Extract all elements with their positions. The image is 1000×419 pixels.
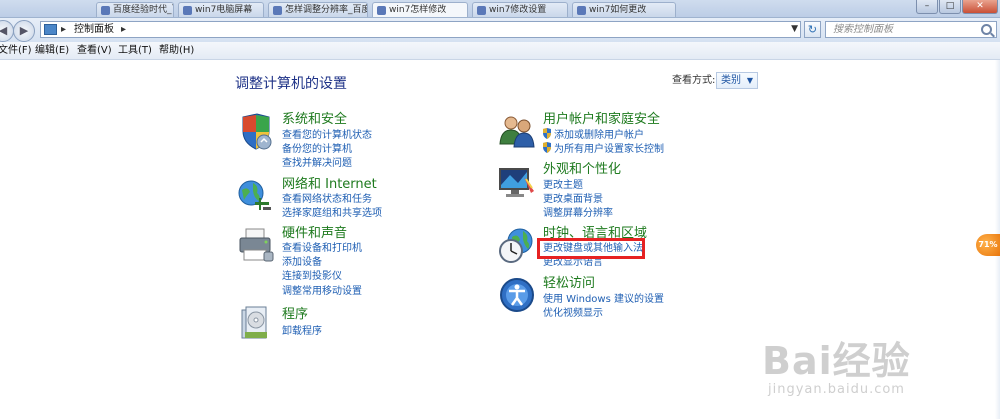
refresh-button[interactable]: ↻	[804, 21, 821, 38]
close-button[interactable]: ✕	[962, 0, 998, 14]
browser-tab[interactable]: win7如何更改	[572, 2, 676, 17]
menu-bar: 文件(F) 编辑(E) 查看(V) 工具(T) 帮助(H)	[0, 42, 1000, 60]
search-icon[interactable]	[981, 24, 992, 35]
link-connect-projector[interactable]: 连接到投影仪	[282, 270, 342, 283]
breadcrumb-control-panel[interactable]: 控制面板	[74, 22, 114, 37]
breadcrumb-separator[interactable]: ▸	[121, 23, 126, 37]
link-view-devices-printers[interactable]: 查看设备和打印机	[282, 242, 362, 255]
link-add-remove-accounts[interactable]: 添加或删除用户帐户	[554, 129, 644, 142]
chevron-down-icon[interactable]: ▼	[791, 22, 798, 37]
tab-label: win7修改设置	[489, 5, 547, 15]
category-appearance[interactable]: 外观和个性化	[543, 162, 621, 178]
control-panel-icon	[44, 24, 57, 35]
maximize-button[interactable]: □	[939, 0, 961, 14]
performance-badge[interactable]: 71%	[976, 234, 1000, 256]
tab-label: win7怎样修改	[389, 5, 447, 15]
watermark-url: jingyan.baidu.com	[768, 382, 905, 397]
tab-favicon-icon	[377, 6, 386, 15]
link-change-keyboard-input[interactable]: 更改键盘或其他输入法	[543, 242, 643, 255]
category-programs[interactable]: 程序	[282, 307, 308, 323]
back-button[interactable]: ◀	[0, 20, 14, 42]
page-title: 调整计算机的设置	[235, 76, 347, 92]
programs-icon[interactable]	[237, 304, 275, 342]
breadcrumb-separator: ▸	[61, 24, 67, 35]
menu-file[interactable]: 文件(F)	[0, 42, 32, 59]
link-change-theme[interactable]: 更改主题	[543, 179, 583, 192]
search-input[interactable]: 搜索控制面板	[825, 21, 997, 38]
category-network-internet[interactable]: 网络和 Internet	[282, 177, 377, 193]
address-bar[interactable]: ▸ 控制面板 ▸ ▼	[40, 21, 801, 38]
tab-favicon-icon	[183, 6, 192, 15]
browser-tab[interactable]: win7怎样修改	[372, 2, 468, 17]
link-view-computer-status[interactable]: 查看您的计算机状态	[282, 129, 372, 142]
tab-label: win7电脑屏幕	[195, 5, 253, 15]
link-parental-controls[interactable]: 为所有用户设置家长控制	[554, 143, 664, 156]
link-windows-suggested-settings[interactable]: 使用 Windows 建议的设置	[543, 293, 664, 306]
clock-globe-icon[interactable]	[498, 227, 536, 265]
tab-label: 百度经验时代_百度	[113, 5, 173, 15]
tab-favicon-icon	[477, 6, 486, 15]
category-ease-of-access[interactable]: 轻松访问	[543, 276, 595, 292]
link-adjust-resolution[interactable]: 调整屏幕分辨率	[543, 207, 613, 220]
link-mobility-settings[interactable]: 调整常用移动设置	[282, 285, 362, 298]
view-by-value: 类别	[721, 75, 741, 86]
monitor-icon[interactable]	[498, 163, 536, 201]
ease-of-access-icon[interactable]	[498, 276, 536, 314]
tab-favicon-icon	[577, 6, 586, 15]
chevron-down-icon: ▼	[746, 76, 753, 85]
security-shield-icon[interactable]	[237, 113, 275, 151]
users-icon[interactable]	[498, 112, 536, 150]
browser-tab[interactable]: 百度经验时代_百度	[96, 2, 174, 17]
category-hardware-sound[interactable]: 硬件和声音	[282, 226, 347, 242]
watermark-logo: Bai经验	[762, 339, 911, 383]
browser-tab[interactable]: win7修改设置	[472, 2, 568, 17]
forward-button[interactable]: ▶	[13, 20, 35, 42]
tab-label: win7如何更改	[589, 5, 647, 15]
menu-view[interactable]: 查看(V)	[77, 42, 112, 59]
tab-label: 怎样调整分辨率_百度	[285, 5, 368, 15]
uac-shield-icon	[543, 142, 551, 153]
link-find-fix-problems[interactable]: 查找并解决问题	[282, 157, 352, 170]
tab-strip: 百度经验时代_百度 win7电脑屏幕 怎样调整分辨率_百度 win7怎样修改 w…	[0, 0, 1000, 18]
view-by-label: 查看方式:	[672, 75, 716, 86]
menu-help[interactable]: 帮助(H)	[159, 42, 194, 59]
tab-favicon-icon	[273, 6, 282, 15]
link-add-device[interactable]: 添加设备	[282, 256, 322, 269]
link-change-background[interactable]: 更改桌面背景	[543, 193, 603, 206]
menu-edit[interactable]: 编辑(E)	[35, 42, 69, 59]
search-placeholder: 搜索控制面板	[833, 24, 893, 35]
link-homegroup-sharing[interactable]: 选择家庭组和共享选项	[282, 207, 382, 220]
network-globe-icon[interactable]	[237, 178, 275, 216]
browser-tab[interactable]: 怎样调整分辨率_百度	[268, 2, 368, 17]
uac-shield-icon	[543, 128, 551, 139]
link-uninstall-program[interactable]: 卸载程序	[282, 325, 322, 338]
link-backup-computer[interactable]: 备份您的计算机	[282, 143, 352, 156]
category-user-accounts[interactable]: 用户帐户和家庭安全	[543, 112, 660, 128]
address-toolbar: ◀ ▶ ▸ 控制面板 ▸ ▼ ↻ 搜索控制面板	[0, 18, 1000, 42]
printer-icon[interactable]	[237, 226, 275, 264]
browser-tab[interactable]: win7电脑屏幕	[178, 2, 264, 17]
menu-tools[interactable]: 工具(T)	[118, 42, 152, 59]
category-system-security[interactable]: 系统和安全	[282, 112, 347, 128]
view-by-dropdown[interactable]: 类别 ▼	[716, 72, 758, 89]
minimize-button[interactable]: –	[916, 0, 938, 14]
link-view-network-status[interactable]: 查看网络状态和任务	[282, 193, 372, 206]
tab-favicon-icon	[101, 6, 110, 15]
link-optimize-video[interactable]: 优化视频显示	[543, 307, 603, 320]
window-controls: – □ ✕	[916, 0, 998, 14]
